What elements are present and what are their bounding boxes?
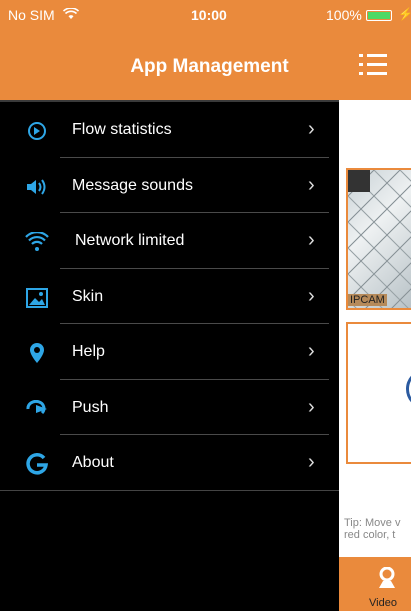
clock: 10:00 [191, 7, 227, 23]
location-pin-icon [25, 341, 49, 365]
menu-item-network-limited[interactable]: Network limited › [0, 213, 339, 269]
camera-preview[interactable]: IPCAM [346, 168, 411, 310]
menu-item-about[interactable]: About › [0, 435, 339, 491]
bottom-tab-bar: Video [339, 557, 411, 611]
wifi-icon [62, 7, 80, 23]
app-management-drawer: App Management Flow statistics › Message… [0, 30, 339, 611]
flow-statistics-icon [25, 119, 49, 143]
menu-item-help[interactable]: Help › [0, 324, 339, 380]
speaker-icon [25, 175, 49, 199]
push-icon [25, 397, 49, 421]
menu-list-icon[interactable] [359, 54, 387, 76]
carrier-text: No SIM [8, 7, 55, 23]
menu-item-flow-statistics[interactable]: Flow statistics › [0, 102, 339, 158]
chevron-right-icon: › [308, 451, 315, 473]
battery-percent: 100% [326, 7, 362, 23]
battery-charging-icon [366, 10, 392, 21]
image-icon [25, 286, 49, 310]
menu-item-label: Network limited [75, 232, 185, 249]
chevron-right-icon: › [308, 173, 315, 196]
chevron-right-icon: › [308, 229, 315, 251]
main-top-bar [339, 30, 411, 100]
menu-item-label: Help [72, 343, 105, 360]
camera-label: IPCAM [348, 294, 387, 306]
menu-item-label: Flow statistics [72, 121, 172, 138]
add-camera-slot[interactable] [346, 322, 411, 464]
status-bar: No SIM 10:00 100% ⚡ [0, 0, 411, 30]
menu-item-label: About [72, 454, 114, 471]
chevron-right-icon: › [308, 395, 315, 418]
person-icon[interactable] [377, 566, 397, 589]
main-content: IPCAM Tip: Move v red color, t Video [339, 30, 411, 611]
about-g-icon [25, 452, 49, 476]
chevron-right-icon: › [308, 340, 315, 362]
menu-item-label: Push [72, 398, 109, 416]
chevron-right-icon: › [308, 284, 315, 307]
divider [0, 489, 339, 491]
menu-item-label: Message sounds [72, 176, 193, 194]
menu-item-skin[interactable]: Skin › [0, 269, 339, 324]
tab-video[interactable]: Video [369, 597, 397, 609]
page-title: App Management [130, 56, 289, 77]
drawer-header: App Management [0, 30, 339, 100]
menu-list: Flow statistics › Message sounds › Netwo… [0, 100, 339, 491]
add-circle-icon [406, 369, 411, 409]
camera-image-corner [348, 170, 370, 192]
menu-item-push[interactable]: Push › [0, 380, 339, 435]
chevron-right-icon: › [308, 118, 315, 140]
menu-item-label: Skin [72, 287, 104, 305]
tip-text: Tip: Move v red color, t [344, 517, 401, 541]
menu-item-message-sounds[interactable]: Message sounds › [0, 158, 339, 213]
wifi-icon [25, 230, 49, 254]
bolt-icon: ⚡ [398, 7, 411, 21]
